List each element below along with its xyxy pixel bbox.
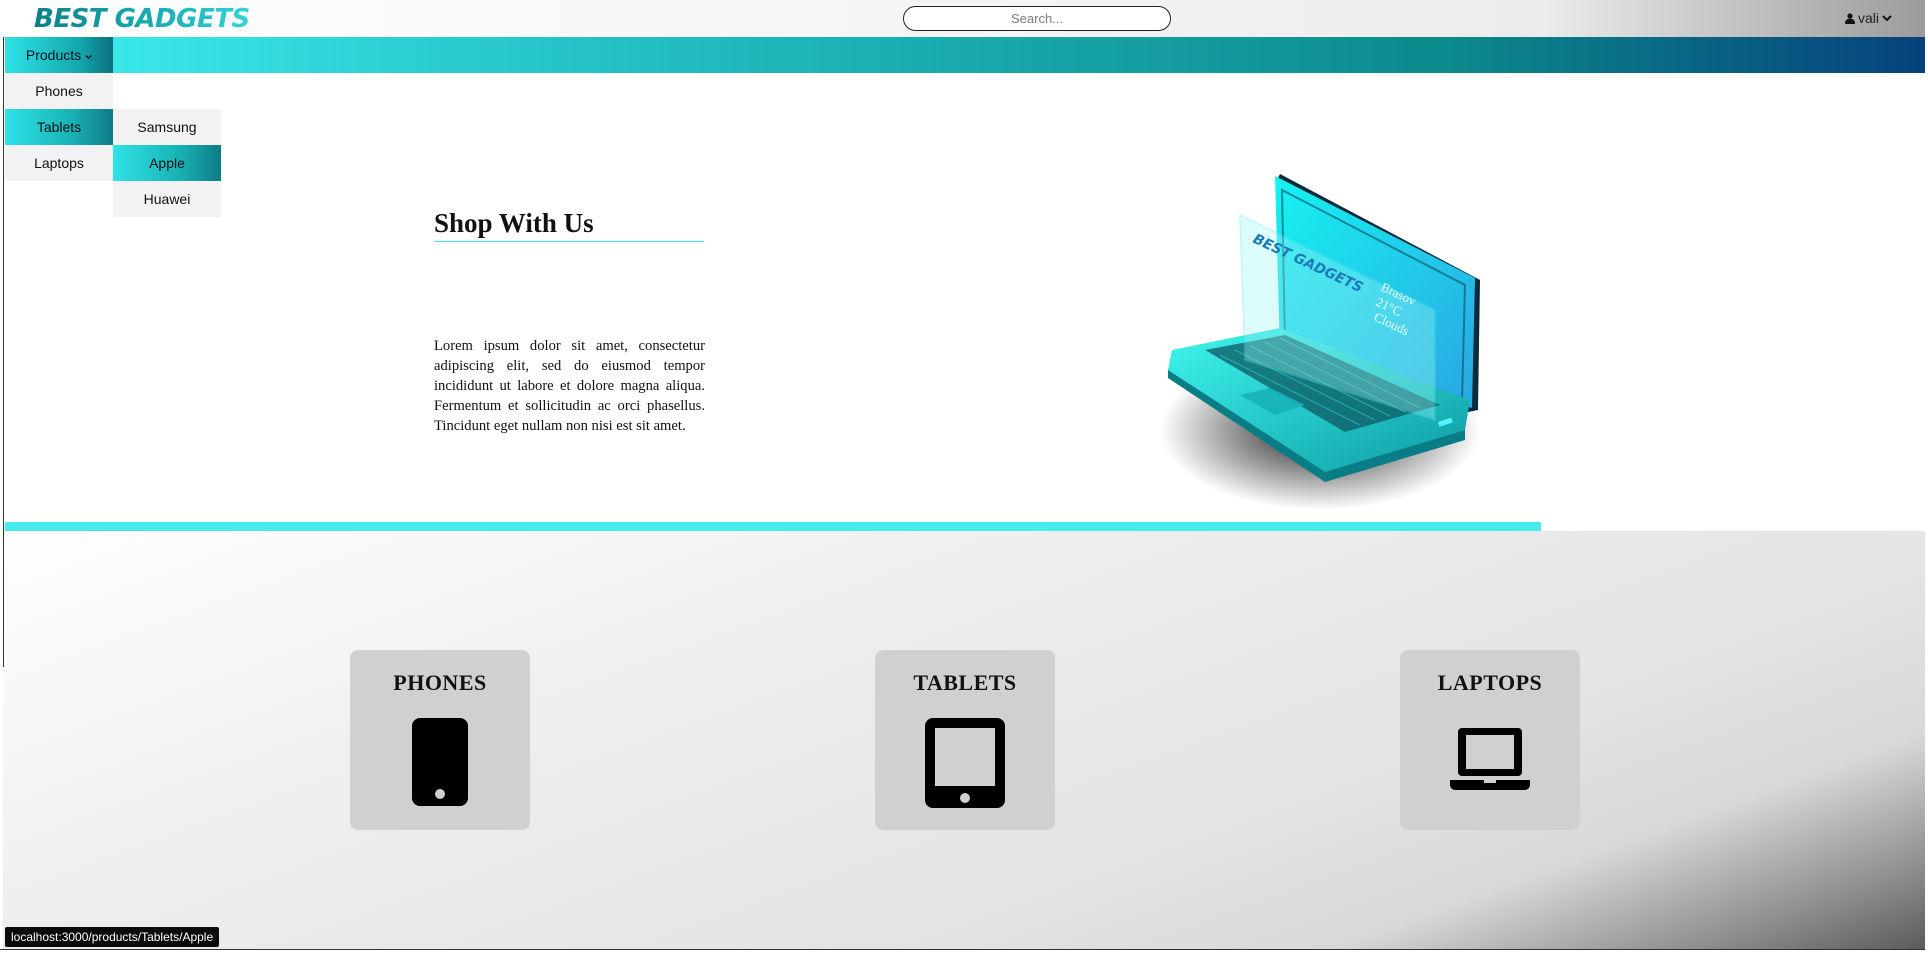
- search-input[interactable]: [903, 6, 1171, 31]
- chevron-down-icon: [85, 47, 92, 63]
- site-logo[interactable]: BEST GADGETS: [34, 4, 250, 34]
- hero-title: Shop With Us: [434, 208, 704, 242]
- category-card-laptops[interactable]: LAPTOPS: [1400, 650, 1580, 830]
- menu-item-laptops[interactable]: Laptops: [5, 145, 113, 181]
- card-title-tablets: TABLETS: [913, 670, 1017, 695]
- category-card-tablets[interactable]: TABLETS: [875, 650, 1055, 830]
- user-icon: [1844, 12, 1855, 24]
- menu-item-huawei[interactable]: Huawei: [113, 181, 221, 217]
- user-menu[interactable]: vali: [1844, 10, 1892, 26]
- tablet-icon: [925, 718, 1005, 808]
- menu-item-phones[interactable]: Phones: [5, 73, 113, 109]
- card-title-laptops: LAPTOPS: [1437, 670, 1543, 695]
- nav-bar: [5, 37, 1926, 73]
- products-menu-button[interactable]: Products: [5, 37, 113, 73]
- hero-text: Lorem ipsum dolor sit amet, consectetur …: [434, 338, 705, 434]
- category-dropdown: Phones Tablets Laptops: [5, 73, 113, 181]
- menu-item-samsung[interactable]: Samsung: [113, 109, 221, 145]
- brand-submenu: Samsung Apple Huawei: [113, 109, 221, 217]
- card-title-phones: PHONES: [393, 670, 487, 695]
- viewport-border-left: [3, 37, 4, 667]
- laptop-illustration: BEST GADGETS Brasov 21°C Clouds: [1160, 174, 1480, 510]
- category-card-phones[interactable]: PHONES: [350, 650, 530, 830]
- products-label: Products: [25, 47, 82, 63]
- viewport-border-bottom: [0, 949, 1928, 958]
- menu-item-tablets[interactable]: Tablets: [5, 109, 113, 145]
- chevron-down-icon: [1882, 14, 1892, 22]
- menu-item-apple[interactable]: Apple: [113, 145, 221, 181]
- status-url-tooltip: localhost:3000/products/Tablets/Apple: [5, 927, 220, 947]
- top-header: BEST GADGETS vali: [0, 0, 1928, 37]
- user-name: vali: [1857, 10, 1879, 26]
- page: BEST GADGETS vali Products Phones Tablet…: [0, 0, 1928, 958]
- laptop-icon: [1450, 728, 1530, 790]
- phone-icon: [412, 718, 468, 806]
